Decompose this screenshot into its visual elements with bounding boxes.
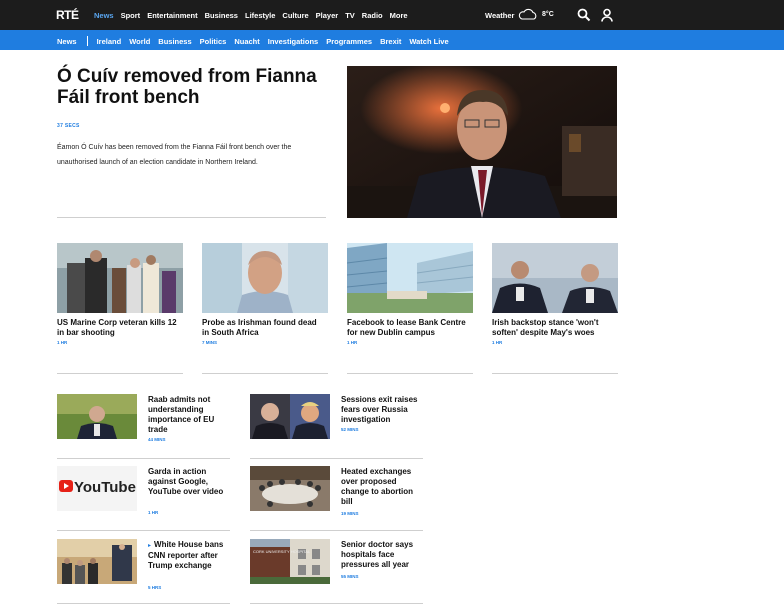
- youtube-logo-text: YouTube: [74, 479, 136, 496]
- story-timestamp: 1 HR: [57, 340, 68, 345]
- story-card[interactable]: US Marine Corp veteran kills 12 in bar s…: [57, 243, 183, 345]
- subnav-nuacht[interactable]: Nuacht: [234, 37, 259, 46]
- news-subnav-bar: News Ireland World Business Politics Nua…: [0, 30, 784, 50]
- primary-nav: News Sport Entertainment Business Lifest…: [94, 11, 415, 20]
- story-timestamp: 55 MINS: [341, 574, 359, 579]
- divider: [57, 373, 183, 374]
- nav-sport[interactable]: Sport: [121, 11, 141, 20]
- temperature: 8°C: [542, 11, 554, 18]
- story-headline[interactable]: Facebook to lease Bank Centre for new Du…: [347, 318, 471, 337]
- story-card[interactable]: Irish backstop stance 'won't soften' des…: [492, 243, 618, 345]
- story-image: [202, 243, 328, 313]
- story-timestamp: 1 HR: [347, 340, 358, 345]
- video-play-icon: ▸: [148, 543, 152, 549]
- search-icon[interactable]: [577, 8, 591, 22]
- hospital-sign-text: CORK UNIVERSITY HOSPITAL: [253, 549, 311, 554]
- divider: [57, 603, 230, 604]
- subnav-news[interactable]: News: [57, 37, 77, 46]
- nav-tv[interactable]: TV: [345, 11, 355, 20]
- subnav-watch-live[interactable]: Watch Live: [409, 37, 448, 46]
- story-timestamp: 5 HRS: [148, 585, 162, 590]
- nav-lifestyle[interactable]: Lifestyle: [245, 11, 275, 20]
- nav-more[interactable]: More: [390, 11, 408, 20]
- story-headline[interactable]: ▸ White House bans CNN reporter after Tru…: [148, 540, 232, 571]
- subnav-ireland[interactable]: Ireland: [97, 37, 122, 46]
- story-image: [347, 243, 473, 313]
- divider: [57, 217, 326, 218]
- divider: [250, 603, 423, 604]
- divider: [202, 373, 328, 374]
- story-headline[interactable]: Irish backstop stance 'won't soften' des…: [492, 318, 616, 337]
- story-image: YouTube: [57, 466, 137, 511]
- divider: [57, 530, 230, 531]
- nav-player[interactable]: Player: [316, 11, 339, 20]
- nav-radio[interactable]: Radio: [362, 11, 383, 20]
- nav-business[interactable]: Business: [205, 11, 238, 20]
- story-headline[interactable]: Garda in action against Google, YouTube …: [148, 467, 232, 497]
- nav-news[interactable]: News: [94, 11, 114, 20]
- story-headline[interactable]: Probe as Irishman found dead in South Af…: [202, 318, 326, 337]
- cloud-icon: [518, 8, 537, 20]
- story-card[interactable]: Facebook to lease Bank Centre for new Du…: [347, 243, 473, 345]
- subnav-programmes[interactable]: Programmes: [326, 37, 372, 46]
- divider: [250, 458, 423, 459]
- top-navigation-bar: RTÉ News Sport Entertainment Business Li…: [0, 0, 784, 30]
- story-headline[interactable]: Senior doctor says hospitals face pressu…: [341, 540, 425, 570]
- weather-link[interactable]: Weather: [485, 11, 514, 20]
- divider: [250, 530, 423, 531]
- story-image: [492, 243, 618, 313]
- story-image: [250, 466, 330, 511]
- lead-image[interactable]: [347, 66, 617, 218]
- story-timestamp: 52 MINS: [341, 427, 359, 432]
- divider: [347, 373, 473, 374]
- story-card[interactable]: Probe as Irishman found dead in South Af…: [202, 243, 328, 345]
- subnav-brexit[interactable]: Brexit: [380, 37, 401, 46]
- subnav-world[interactable]: World: [129, 37, 150, 46]
- story-image: [57, 539, 137, 584]
- story-image: [57, 243, 183, 313]
- story-headline[interactable]: Heated exchanges over proposed change to…: [341, 467, 425, 507]
- divider: [57, 458, 230, 459]
- subnav-investigations[interactable]: Investigations: [268, 37, 318, 46]
- story-headline[interactable]: Raab admits not understanding importance…: [148, 395, 232, 435]
- story-headline[interactable]: Sessions exit raises fears over Russia i…: [341, 395, 425, 425]
- lead-timestamp: 37 SECS: [57, 123, 80, 129]
- story-image: CORK UNIVERSITY HOSPITAL: [250, 539, 330, 584]
- user-icon[interactable]: [600, 8, 614, 22]
- story-timestamp: 7 MINS: [202, 340, 218, 345]
- subnav-business[interactable]: Business: [158, 37, 191, 46]
- news-subnav: News Ireland World Business Politics Nua…: [57, 36, 457, 46]
- story-timestamp: 1 HR: [148, 510, 159, 515]
- story-image: [57, 394, 137, 439]
- lead-summary: Éamon Ó Cuív has been removed from the F…: [57, 144, 292, 166]
- lead-headline[interactable]: Ó Cuív removed from Fianna Fáil front be…: [57, 66, 332, 108]
- nav-entertainment[interactable]: Entertainment: [147, 11, 197, 20]
- story-headline[interactable]: US Marine Corp veteran kills 12 in bar s…: [57, 318, 181, 337]
- story-timestamp: 44 MINS: [148, 437, 166, 442]
- story-headline-text: White House bans CNN reporter after Trum…: [148, 540, 224, 570]
- rte-logo[interactable]: RTÉ: [56, 8, 79, 22]
- divider: [492, 373, 618, 374]
- story-image: [250, 394, 330, 439]
- nav-culture[interactable]: Culture: [282, 11, 308, 20]
- story-timestamp: 1 HR: [492, 340, 503, 345]
- divider: [86, 36, 88, 46]
- subnav-politics[interactable]: Politics: [200, 37, 227, 46]
- story-timestamp: 19 MINS: [341, 511, 359, 516]
